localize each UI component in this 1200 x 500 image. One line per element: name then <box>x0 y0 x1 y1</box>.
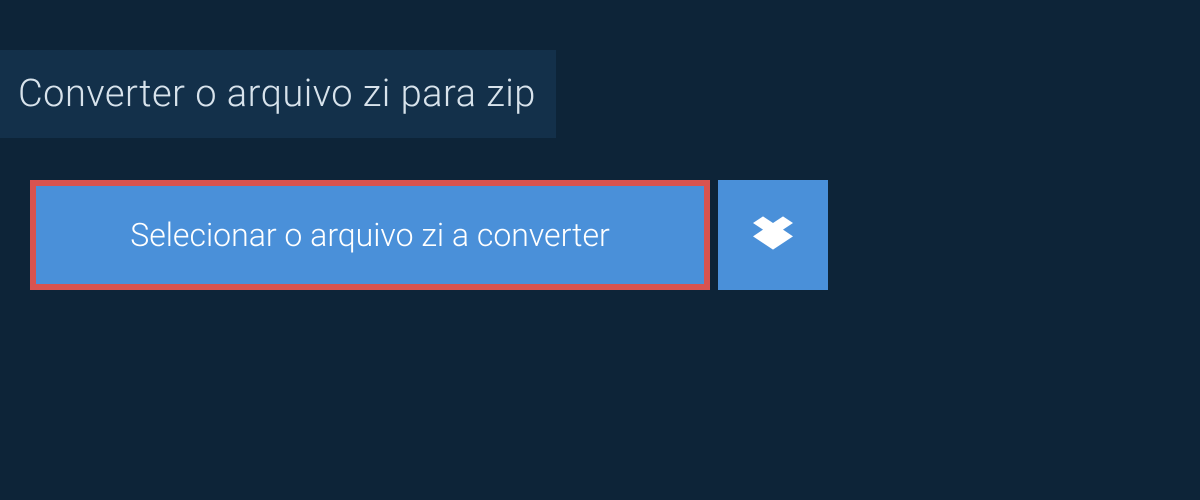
dropbox-button[interactable] <box>718 180 828 290</box>
select-file-button[interactable]: Selecionar o arquivo zi a converter <box>30 180 710 290</box>
header-panel: Converter o arquivo zi para zip <box>0 50 556 138</box>
button-row: Selecionar o arquivo zi a converter <box>30 180 1200 290</box>
select-file-label: Selecionar o arquivo zi a converter <box>130 216 610 254</box>
dropbox-icon <box>753 213 793 257</box>
page-title: Converter o arquivo zi para zip <box>18 72 536 116</box>
